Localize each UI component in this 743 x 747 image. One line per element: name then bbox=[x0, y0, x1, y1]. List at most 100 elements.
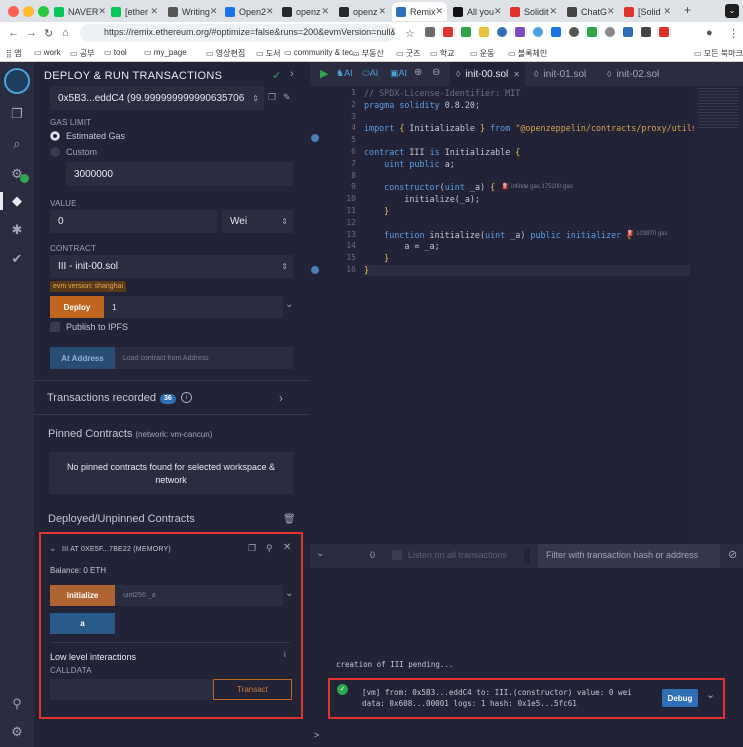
minimap[interactable] bbox=[694, 86, 743, 544]
home-icon[interactable]: ⌂ bbox=[62, 27, 69, 39]
extension-icon[interactable] bbox=[659, 27, 669, 37]
extension-icon[interactable] bbox=[497, 27, 507, 37]
browser-tab[interactable]: [Solid ✕ bbox=[620, 2, 675, 21]
estimated-gas-radio[interactable] bbox=[50, 131, 60, 141]
edit-icon[interactable]: ✎ bbox=[283, 92, 291, 103]
bookmark-item[interactable]: ▭ work bbox=[34, 48, 61, 57]
extension-icon[interactable] bbox=[551, 27, 561, 37]
filter-input[interactable]: Filter with transaction hash or address bbox=[538, 544, 720, 568]
browser-tab[interactable]: [ether ✕ bbox=[107, 2, 162, 21]
run-icon[interactable]: ▶ bbox=[320, 67, 328, 80]
url-input[interactable]: https://remix.ethereum.org/#optimize=fal… bbox=[80, 24, 395, 42]
ai-toggle-button[interactable]: ⬭AI bbox=[362, 68, 378, 79]
bookmark-item[interactable]: ▭ my_page bbox=[144, 48, 187, 57]
info-icon[interactable]: i bbox=[181, 392, 192, 403]
zoom-in-icon[interactable]: ⊕ bbox=[414, 67, 422, 78]
settings-icon[interactable]: ⚙ bbox=[9, 724, 25, 740]
at-address-input[interactable]: Load contract from Address bbox=[115, 347, 293, 369]
close-tab-icon[interactable]: ✕ bbox=[494, 6, 502, 17]
value-input[interactable]: 0 bbox=[50, 210, 217, 233]
bookmark-item[interactable]: ▭ 모든 북마크 bbox=[694, 48, 743, 59]
deploy-button[interactable]: Deploy bbox=[50, 296, 104, 318]
browser-tab[interactable]: Remix ✕ bbox=[392, 2, 447, 21]
bookmark-item[interactable]: ▭ 영상편집 bbox=[206, 48, 245, 59]
extension-icon[interactable] bbox=[425, 27, 435, 37]
ai-doc-button[interactable]: ▣AI bbox=[390, 68, 407, 79]
browser-tab[interactable]: Open2 ✕ bbox=[221, 2, 276, 21]
zoom-out-icon[interactable]: ⊖ bbox=[432, 67, 440, 78]
ai-assistant-button[interactable]: ♞AI bbox=[336, 68, 353, 79]
deploy-args-input[interactable]: 1 bbox=[104, 296, 283, 318]
bookmark-item[interactable]: ▭ tool bbox=[104, 48, 127, 57]
bookmark-item[interactable]: ▭ 부동산 bbox=[352, 48, 384, 59]
extension-icon[interactable] bbox=[461, 27, 471, 37]
bookmark-item[interactable]: ▭ 블록체인 bbox=[508, 48, 547, 59]
close-tab-icon[interactable]: ✕ bbox=[513, 70, 520, 79]
remix-logo-icon[interactable] bbox=[4, 68, 30, 94]
tab-search-icon[interactable]: ⌄ bbox=[725, 4, 739, 18]
extension-icon[interactable] bbox=[533, 27, 543, 37]
copy-icon[interactable]: ❐ bbox=[268, 92, 276, 103]
profile-icon[interactable]: ● bbox=[706, 27, 713, 39]
listen-checkbox[interactable] bbox=[392, 550, 402, 560]
minimize-window-button[interactable] bbox=[23, 6, 34, 17]
tab-init-02[interactable]: ◊ init-02.sol bbox=[605, 62, 680, 86]
forward-icon[interactable]: → bbox=[26, 27, 37, 39]
breakpoint-marker[interactable] bbox=[311, 134, 319, 142]
tab-init-01[interactable]: ◊ init-01.sol bbox=[532, 62, 607, 86]
bookmark-item[interactable]: ▭ 도서 bbox=[256, 48, 281, 59]
close-tab-icon[interactable]: ✕ bbox=[266, 6, 274, 17]
contract-select[interactable]: III - init-00.sol ⇕ bbox=[50, 255, 293, 278]
zoom-window-button[interactable] bbox=[38, 6, 49, 17]
publish-ipfs-checkbox[interactable] bbox=[50, 322, 60, 332]
deploy-run-icon[interactable]: ◆ bbox=[9, 193, 25, 209]
transactions-recorded-label[interactable]: Transactions recorded bbox=[47, 392, 156, 404]
extension-icon[interactable] bbox=[569, 27, 579, 37]
chevron-down-icon[interactable]: ⌄ bbox=[285, 299, 293, 310]
clear-console-icon[interactable]: ⊘ bbox=[728, 548, 737, 561]
close-tab-icon[interactable]: ✕ bbox=[210, 6, 218, 17]
close-window-button[interactable] bbox=[8, 6, 19, 17]
solidity-unit-testing-icon[interactable]: ✔ bbox=[9, 251, 25, 267]
at-address-button[interactable]: At Address bbox=[50, 347, 115, 369]
gas-limit-input[interactable]: 3000000 bbox=[66, 162, 293, 186]
collapse-terminal-icon[interactable]: ⌄ bbox=[316, 548, 324, 559]
bookmark-star-icon[interactable]: ☆ bbox=[405, 27, 415, 40]
close-tab-icon[interactable]: ✕ bbox=[436, 6, 444, 17]
bookmark-item[interactable]: ▭ community & tec... bbox=[284, 48, 360, 57]
browser-tab[interactable]: ChatG ✕ bbox=[563, 2, 618, 21]
bookmark-item[interactable]: ▭ 운동 bbox=[470, 48, 495, 59]
bookmark-item[interactable]: ▭ 굿즈 bbox=[396, 48, 421, 59]
extension-icon[interactable] bbox=[605, 27, 615, 37]
extension-icon[interactable] bbox=[443, 27, 453, 37]
value-unit-select[interactable]: Wei ⇕ bbox=[222, 210, 293, 233]
browser-tab[interactable]: Solidit ✕ bbox=[506, 2, 561, 21]
close-tab-icon[interactable]: ✕ bbox=[663, 6, 671, 17]
extension-icon[interactable] bbox=[587, 27, 597, 37]
chevron-right-icon[interactable]: › bbox=[279, 391, 283, 405]
menu-icon[interactable]: ⋮ bbox=[728, 27, 739, 40]
browser-tab[interactable]: Writing ✕ bbox=[164, 2, 219, 21]
breakpoint-marker[interactable] bbox=[311, 266, 319, 274]
trash-icon[interactable]: 🗑 bbox=[283, 514, 296, 525]
extension-icon[interactable] bbox=[623, 27, 633, 37]
close-tab-icon[interactable]: ✕ bbox=[150, 6, 158, 17]
bookmark-item[interactable]: ⣿ 앱 bbox=[6, 48, 21, 59]
bookmark-item[interactable]: ▭ 학교 bbox=[430, 48, 455, 59]
extension-icon[interactable] bbox=[515, 27, 525, 37]
search-icon[interactable]: ⌕ bbox=[9, 136, 25, 152]
debugger-icon[interactable]: ✱ bbox=[9, 222, 25, 238]
chevron-right-icon[interactable]: › bbox=[290, 68, 294, 80]
close-tab-icon[interactable]: ✕ bbox=[321, 6, 329, 17]
account-select[interactable]: 0x5B3...eddC4 (99.999999999990635706 ⇕ bbox=[50, 86, 264, 110]
reload-icon[interactable]: ↻ bbox=[44, 27, 53, 40]
terminal-prompt[interactable]: > bbox=[314, 730, 319, 740]
close-tab-icon[interactable]: ✕ bbox=[549, 6, 557, 17]
plugin-manager-icon[interactable]: ⚲ bbox=[9, 696, 25, 712]
custom-gas-radio[interactable] bbox=[50, 147, 60, 157]
tab-init-00[interactable]: ◊ init-00.sol ✕ bbox=[450, 62, 525, 86]
extension-icon[interactable] bbox=[641, 27, 651, 37]
browser-tab[interactable]: openz ✕ bbox=[335, 2, 390, 21]
new-tab-button[interactable]: + bbox=[684, 3, 691, 17]
extension-icon[interactable] bbox=[479, 27, 489, 37]
